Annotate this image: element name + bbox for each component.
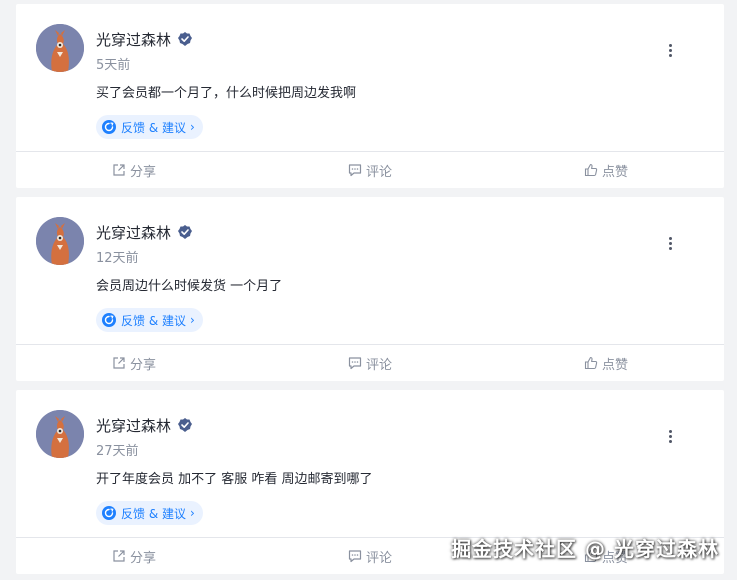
post-feed: 光穿过森林 5天前 买了会员都一个月了，什么时候把周边发我啊 反馈 & 建议 ›… [16, 4, 724, 580]
post-content: 开了年度会员 加不了 客服 咋看 周边邮寄到哪了 [96, 472, 373, 487]
share-icon [113, 164, 125, 176]
more-dots-icon[interactable] [662, 233, 678, 253]
comment-label: 评论 [365, 357, 392, 373]
avatar[interactable] [36, 217, 84, 265]
share-label: 分享 [129, 164, 156, 180]
share-button[interactable]: 分享 [16, 152, 252, 188]
verified-badge-icon [177, 224, 193, 240]
comment-label: 评论 [365, 164, 392, 180]
post-actions: 分享 评论 点赞 [16, 344, 724, 381]
author-name[interactable]: 光穿过森林 [96, 222, 171, 243]
comment-button[interactable]: 评论 [252, 345, 488, 381]
like-label: 点赞 [601, 357, 628, 373]
feedback-tag-icon [102, 506, 116, 520]
post-card: 光穿过森林 5天前 买了会员都一个月了，什么时候把周边发我啊 反馈 & 建议 ›… [16, 4, 724, 188]
post-time: 5天前 [96, 58, 131, 73]
topic-tag-label: 反馈 & 建议 [121, 313, 186, 328]
comment-icon [348, 357, 362, 370]
feedback-tag-icon [102, 313, 116, 327]
share-icon [113, 550, 125, 562]
author-row: 光穿过森林 [96, 414, 193, 436]
verified-badge-icon [177, 417, 193, 433]
like-button[interactable]: 点赞 [488, 152, 724, 188]
topic-tag-label: 反馈 & 建议 [121, 120, 186, 135]
more-dots-icon[interactable] [662, 426, 678, 446]
feedback-tag-icon [102, 120, 116, 134]
share-button[interactable]: 分享 [16, 538, 252, 574]
avatar[interactable] [36, 410, 84, 458]
more-dots-icon[interactable] [662, 40, 678, 60]
author-name[interactable]: 光穿过森林 [96, 29, 171, 50]
watermark: 掘金技术社区 @ 光穿过森林 [451, 537, 719, 561]
avatar[interactable] [36, 24, 84, 72]
share-label: 分享 [129, 357, 156, 373]
avatar-illustration [36, 217, 84, 265]
author-row: 光穿过森林 [96, 28, 193, 50]
chevron-right-icon: › [190, 313, 195, 327]
post-time: 27天前 [96, 444, 139, 459]
thumbs-up-icon [584, 163, 598, 177]
like-label: 点赞 [601, 164, 628, 180]
post-content: 买了会员都一个月了，什么时候把周边发我啊 [96, 86, 357, 101]
post-card: 光穿过森林 12天前 会员周边什么时候发货 一个月了 反馈 & 建议 › 分享 … [16, 197, 724, 381]
comment-icon [348, 164, 362, 177]
share-button[interactable]: 分享 [16, 345, 252, 381]
avatar-illustration [36, 24, 84, 72]
author-row: 光穿过森林 [96, 221, 193, 243]
thumbs-up-icon [584, 356, 598, 370]
comment-icon [348, 550, 362, 563]
topic-tag[interactable]: 反馈 & 建议 › [96, 308, 203, 332]
comment-button[interactable]: 评论 [252, 152, 488, 188]
post-time: 12天前 [96, 251, 139, 266]
topic-tag[interactable]: 反馈 & 建议 › [96, 501, 203, 525]
verified-badge-icon [177, 31, 193, 47]
like-button[interactable]: 点赞 [488, 345, 724, 381]
comment-label: 评论 [365, 550, 392, 566]
post-actions: 分享 评论 点赞 [16, 151, 724, 188]
share-icon [113, 357, 125, 369]
avatar-illustration [36, 410, 84, 458]
chevron-right-icon: › [190, 506, 195, 520]
chevron-right-icon: › [190, 120, 195, 134]
topic-tag-label: 反馈 & 建议 [121, 506, 186, 521]
post-content: 会员周边什么时候发货 一个月了 [96, 279, 283, 294]
author-name[interactable]: 光穿过森林 [96, 415, 171, 436]
topic-tag[interactable]: 反馈 & 建议 › [96, 115, 203, 139]
share-label: 分享 [129, 550, 156, 566]
